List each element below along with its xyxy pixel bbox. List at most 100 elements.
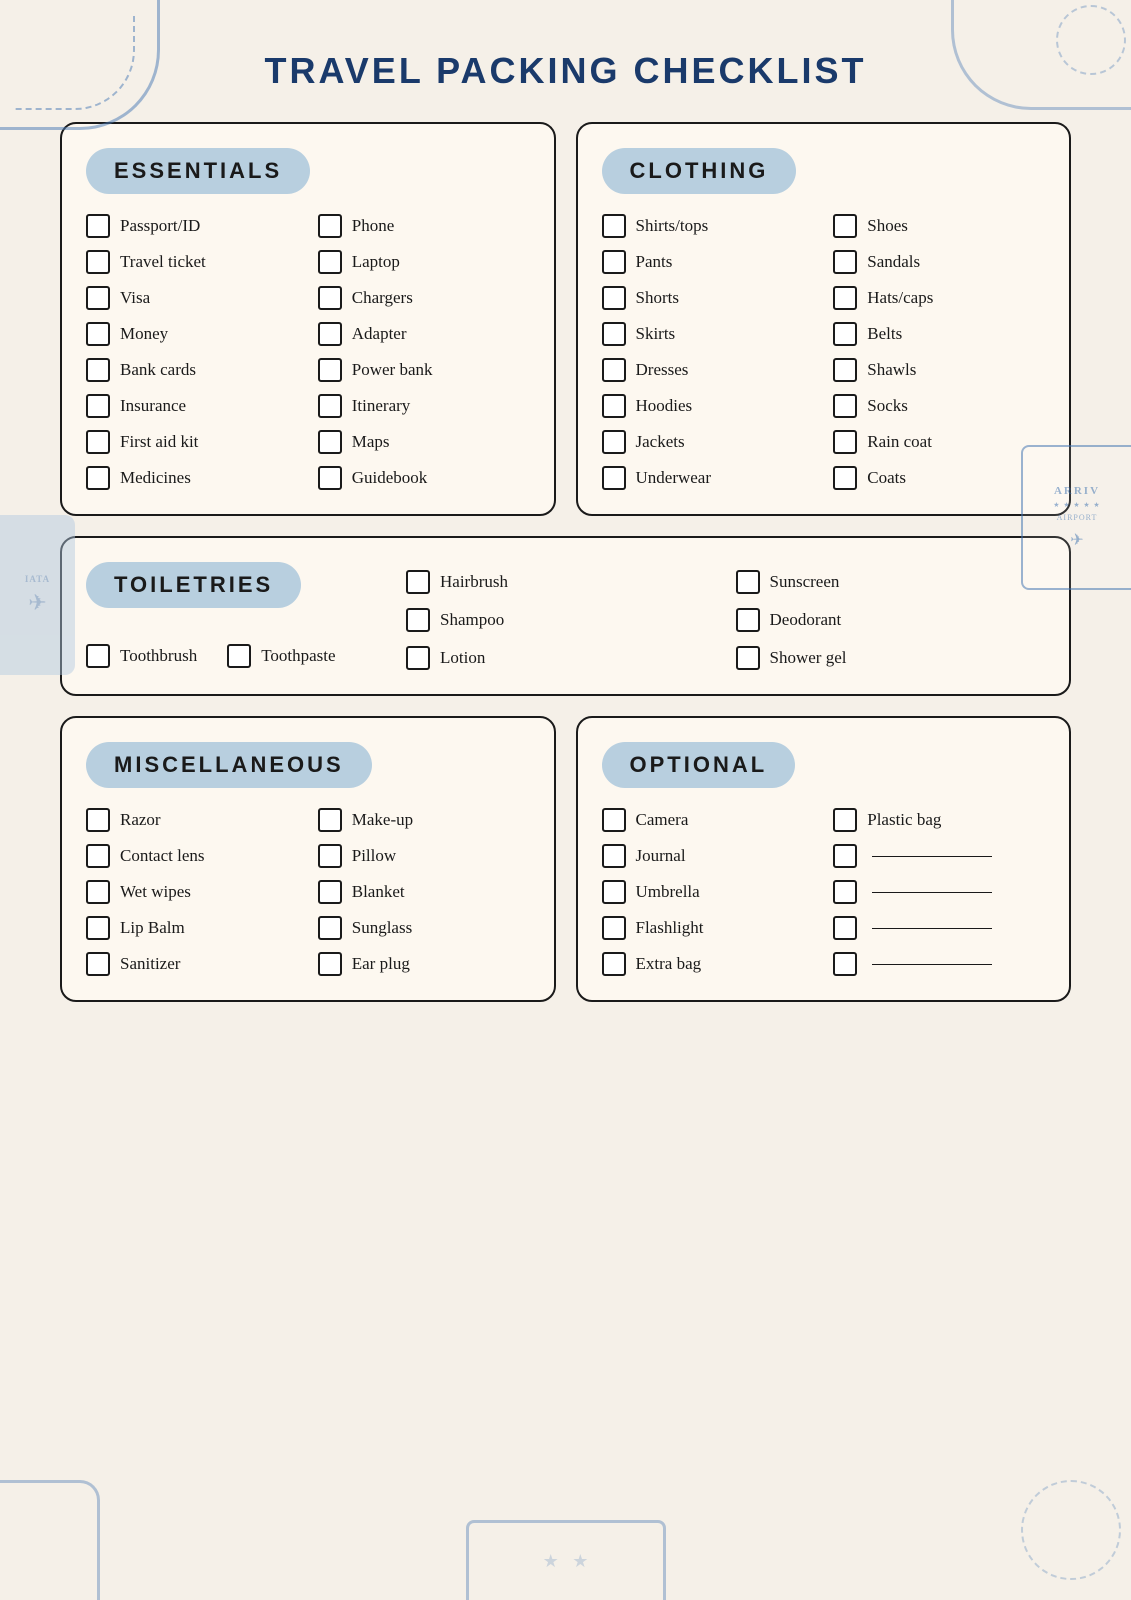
checkbox-optional-blank4[interactable] xyxy=(833,952,857,976)
label-razor: Razor xyxy=(120,810,161,830)
checkbox-laptop[interactable] xyxy=(318,250,342,274)
label-hairbrush: Hairbrush xyxy=(440,572,508,592)
list-item: Sandals xyxy=(833,250,1045,274)
list-item: Underwear xyxy=(602,466,814,490)
label-deodorant: Deodorant xyxy=(770,610,842,630)
checkbox-contact-lens[interactable] xyxy=(86,844,110,868)
list-item: Rain coat xyxy=(833,430,1045,454)
checkbox-optional-blank3[interactable] xyxy=(833,916,857,940)
checkbox-lip-balm[interactable] xyxy=(86,916,110,940)
label-phone: Phone xyxy=(352,216,395,236)
label-shoes: Shoes xyxy=(867,216,908,236)
checkbox-jackets[interactable] xyxy=(602,430,626,454)
checkbox-travel-ticket[interactable] xyxy=(86,250,110,274)
checkbox-belts[interactable] xyxy=(833,322,857,346)
list-item: Pants xyxy=(602,250,814,274)
checkbox-ear-plug[interactable] xyxy=(318,952,342,976)
list-item: Sunglass xyxy=(318,916,530,940)
checkbox-skirts[interactable] xyxy=(602,322,626,346)
label-shampoo: Shampoo xyxy=(440,610,504,630)
checkbox-lotion[interactable] xyxy=(406,646,430,670)
label-shorts: Shorts xyxy=(636,288,679,308)
checkbox-insurance[interactable] xyxy=(86,394,110,418)
list-item: Shorts xyxy=(602,286,814,310)
list-item: Sunscreen xyxy=(736,570,1046,594)
checkbox-maps[interactable] xyxy=(318,430,342,454)
arrival-label: ARRIV xyxy=(1054,485,1100,497)
checkbox-underwear[interactable] xyxy=(602,466,626,490)
checkbox-wet-wipes[interactable] xyxy=(86,880,110,904)
checkbox-chargers[interactable] xyxy=(318,286,342,310)
checkbox-optional-blank2[interactable] xyxy=(833,880,857,904)
checkbox-journal[interactable] xyxy=(602,844,626,868)
toiletries-right: Hairbrush Sunscreen Shampoo Deodorant Lo… xyxy=(406,562,1045,670)
checkbox-sandals[interactable] xyxy=(833,250,857,274)
label-blanket: Blanket xyxy=(352,882,405,902)
clothing-title: CLOTHING xyxy=(630,158,769,183)
optional-blank-line-2 xyxy=(872,892,992,893)
checkbox-medicines[interactable] xyxy=(86,466,110,490)
list-item: Sanitizer xyxy=(86,952,298,976)
checkbox-pants[interactable] xyxy=(602,250,626,274)
checkbox-extra-bag[interactable] xyxy=(602,952,626,976)
checkbox-itinerary[interactable] xyxy=(318,394,342,418)
label-adapter: Adapter xyxy=(352,324,407,344)
label-power-bank: Power bank xyxy=(352,360,433,380)
label-first-aid: First aid kit xyxy=(120,432,198,452)
checkbox-toothbrush[interactable] xyxy=(86,644,110,668)
checkbox-blanket[interactable] xyxy=(318,880,342,904)
checkbox-raincoat[interactable] xyxy=(833,430,857,454)
checkbox-sunglass[interactable] xyxy=(318,916,342,940)
list-item: Journal xyxy=(602,844,814,868)
list-item: Hoodies xyxy=(602,394,814,418)
checkbox-power-bank[interactable] xyxy=(318,358,342,382)
checkbox-coats[interactable] xyxy=(833,466,857,490)
checkbox-money[interactable] xyxy=(86,322,110,346)
checkbox-toothpaste[interactable] xyxy=(227,644,251,668)
checkbox-hairbrush[interactable] xyxy=(406,570,430,594)
checkbox-optional-blank1[interactable] xyxy=(833,844,857,868)
checkbox-phone[interactable] xyxy=(318,214,342,238)
checkbox-passport[interactable] xyxy=(86,214,110,238)
checkbox-guidebook[interactable] xyxy=(318,466,342,490)
list-item: Contact lens xyxy=(86,844,298,868)
list-item: Hats/caps xyxy=(833,286,1045,310)
checkbox-shawls[interactable] xyxy=(833,358,857,382)
checkbox-adapter[interactable] xyxy=(318,322,342,346)
checkbox-sanitizer[interactable] xyxy=(86,952,110,976)
list-item: Itinerary xyxy=(318,394,530,418)
checkbox-umbrella[interactable] xyxy=(602,880,626,904)
checkbox-sunscreen[interactable] xyxy=(736,570,760,594)
checkbox-dresses[interactable] xyxy=(602,358,626,382)
checkbox-shirts[interactable] xyxy=(602,214,626,238)
label-visa: Visa xyxy=(120,288,150,308)
checkbox-deodorant[interactable] xyxy=(736,608,760,632)
checkbox-camera[interactable] xyxy=(602,808,626,832)
label-shower-gel: Shower gel xyxy=(770,648,847,668)
essentials-header: ESSENTIALS xyxy=(86,148,310,194)
checkbox-hats[interactable] xyxy=(833,286,857,310)
miscellaneous-grid: Razor Make-up Contact lens Pillow Wet wi… xyxy=(86,808,530,976)
optional-blank-line-1 xyxy=(872,856,992,857)
content-area: ESSENTIALS Passport/ID Phone Travel tick… xyxy=(0,122,1131,1082)
checkbox-first-aid[interactable] xyxy=(86,430,110,454)
checkbox-socks[interactable] xyxy=(833,394,857,418)
checkbox-shorts[interactable] xyxy=(602,286,626,310)
clothing-grid: Shirts/tops Shoes Pants Sandals Shorts xyxy=(602,214,1046,490)
label-bank-cards: Bank cards xyxy=(120,360,196,380)
checkbox-plastic-bag[interactable] xyxy=(833,808,857,832)
list-item: Adapter xyxy=(318,322,530,346)
checkbox-shoes[interactable] xyxy=(833,214,857,238)
label-contact-lens: Contact lens xyxy=(120,846,205,866)
checkbox-makeup[interactable] xyxy=(318,808,342,832)
checkbox-hoodies[interactable] xyxy=(602,394,626,418)
checkbox-pillow[interactable] xyxy=(318,844,342,868)
checkbox-razor[interactable] xyxy=(86,808,110,832)
checkbox-visa[interactable] xyxy=(86,286,110,310)
checkbox-bank-cards[interactable] xyxy=(86,358,110,382)
checkbox-shampoo[interactable] xyxy=(406,608,430,632)
checkbox-shower-gel[interactable] xyxy=(736,646,760,670)
checkbox-flashlight[interactable] xyxy=(602,916,626,940)
list-item: Skirts xyxy=(602,322,814,346)
optional-card: OPTIONAL Camera Plastic bag Journal xyxy=(576,716,1072,1002)
